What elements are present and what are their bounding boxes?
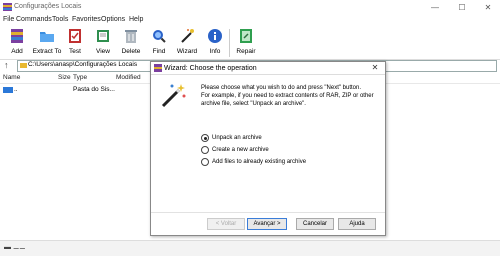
radio-empty-icon	[201, 158, 209, 166]
add-archive-icon	[11, 29, 23, 43]
find-magnifier-icon	[153, 30, 166, 43]
view-label: View	[96, 48, 110, 55]
find-button[interactable]: Find	[145, 27, 173, 59]
back-button[interactable]: < Voltar	[207, 218, 245, 230]
cancel-button[interactable]: Cancelar	[296, 218, 334, 230]
extract-to-label: Extract To	[32, 48, 62, 55]
delete-button[interactable]: Delete	[117, 27, 145, 59]
radio-create-label: Create a new archive	[212, 147, 269, 153]
dialog-separator	[151, 212, 385, 213]
up-arrow-icon[interactable]: ↑	[4, 60, 9, 70]
menu-options[interactable]: Options	[101, 16, 125, 23]
wizard-wand-icon	[181, 29, 194, 43]
add-button[interactable]: Add	[3, 27, 31, 59]
menu-commands[interactable]: Commands	[16, 16, 52, 23]
drive-icon	[20, 63, 27, 68]
winrar-dialog-icon	[154, 64, 162, 72]
menu-help[interactable]: Help	[129, 16, 143, 23]
dialog-title-bar: Wizard: Choose the operation ✕	[151, 62, 385, 75]
add-label: Add	[11, 48, 23, 55]
test-icon	[69, 29, 81, 43]
test-button[interactable]: Test	[61, 27, 89, 59]
menu-file[interactable]: File	[3, 16, 14, 23]
delete-label: Delete	[121, 48, 141, 55]
column-size[interactable]: Size	[58, 74, 71, 81]
row-type: Pasta do Sis...	[73, 86, 115, 93]
menu-tools[interactable]: Tools	[52, 16, 68, 23]
next-button[interactable]: Avançar >	[247, 218, 287, 230]
wizard-dialog: Wizard: Choose the operation ✕ Please ch…	[150, 61, 386, 236]
info-label: Info	[209, 48, 221, 55]
intro-line-3: archive file, select "Unpack an archive"…	[201, 101, 306, 107]
folder-icon	[3, 87, 13, 93]
window-title: Configurações Locais	[14, 3, 82, 10]
column-name[interactable]: Name	[3, 74, 20, 81]
dialog-close-button[interactable]: ✕	[369, 63, 381, 73]
info-button[interactable]: Info	[201, 27, 229, 59]
dialog-title: Wizard: Choose the operation	[164, 65, 257, 72]
radio-unpack-label: Unpack an archive	[212, 135, 262, 141]
toolbar-separator	[229, 29, 230, 57]
view-book-icon	[97, 30, 109, 42]
test-label: Test	[69, 48, 81, 55]
radio-empty-icon	[201, 146, 209, 154]
radio-unpack-archive[interactable]: Unpack an archive	[201, 134, 262, 142]
repair-button[interactable]: Repair	[232, 27, 260, 59]
column-modified[interactable]: Modified	[116, 74, 141, 81]
intro-line-2: For example, if you need to extract cont…	[201, 93, 374, 99]
radio-selected-icon	[201, 134, 209, 142]
address-path: C:\Users\anasp\Configurações Locais	[28, 61, 138, 68]
wizard-button[interactable]: Wizard	[173, 27, 201, 59]
extract-folder-icon	[40, 32, 54, 42]
find-label: Find	[152, 48, 166, 55]
repair-icon	[240, 29, 252, 43]
menu-bar: File Commands Tools Favorites Options He…	[0, 14, 500, 26]
close-window-button[interactable]: ✕	[478, 2, 498, 12]
trash-icon	[125, 30, 137, 43]
status-bar	[0, 240, 500, 256]
menu-favorites[interactable]: Favorites	[72, 16, 101, 23]
row-name[interactable]: ..	[14, 86, 18, 93]
title-bar: Configurações Locais — ☐ ✕	[0, 0, 500, 14]
info-icon	[208, 29, 222, 43]
radio-add-files[interactable]: Add files to already existing archive	[201, 158, 306, 166]
repair-label: Repair	[236, 48, 256, 55]
radio-create-archive[interactable]: Create a new archive	[201, 146, 269, 154]
view-button[interactable]: View	[89, 27, 117, 59]
wizard-wand-icon	[161, 84, 186, 108]
column-type[interactable]: Type	[73, 74, 87, 81]
disk-status-icon: ▬ ⚊⚊	[4, 244, 26, 251]
intro-line-1: Please choose what you wish to do and pr…	[201, 85, 362, 91]
help-button[interactable]: Ajuda	[338, 218, 376, 230]
maximize-button[interactable]: ☐	[452, 2, 472, 12]
extract-to-button[interactable]: Extract To	[31, 27, 63, 59]
minimize-button[interactable]: —	[425, 2, 445, 12]
wizard-label: Wizard	[176, 48, 198, 55]
winrar-app-icon	[3, 3, 12, 11]
radio-add-label: Add files to already existing archive	[212, 159, 307, 165]
